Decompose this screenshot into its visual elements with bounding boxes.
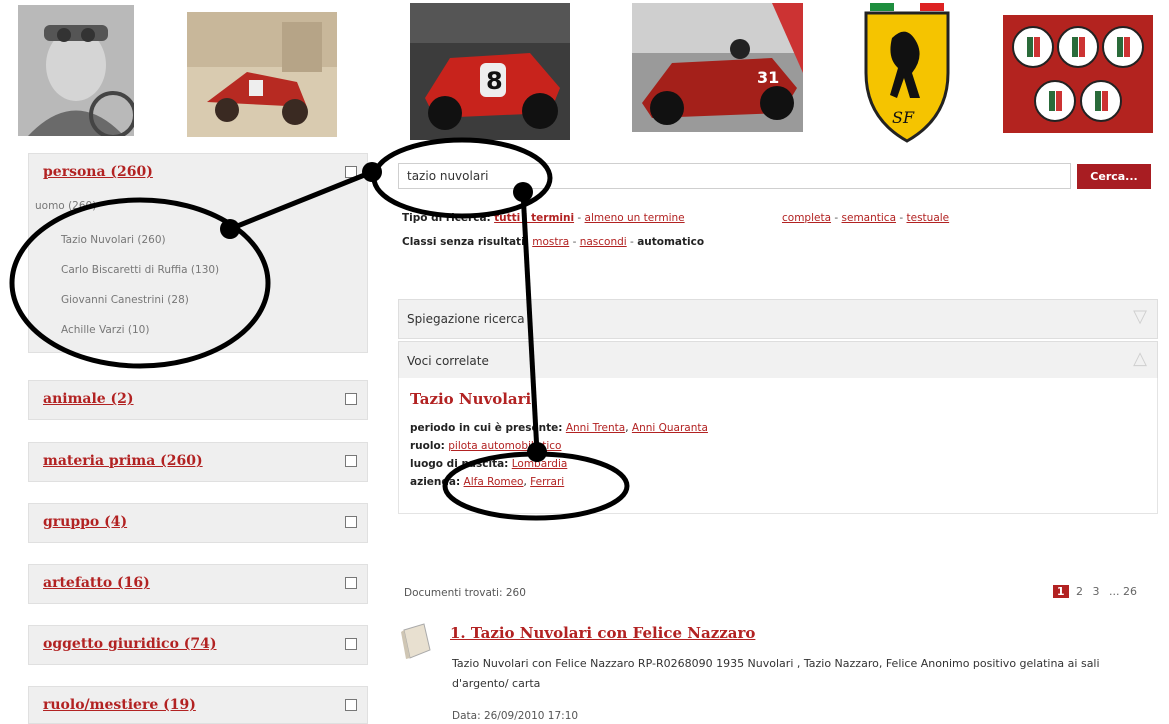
facet-title[interactable]: persona (260) [43,164,153,180]
page-link[interactable]: 2 [1076,585,1083,598]
facet-oggetto-giuridico: oggetto giuridico (74) [28,625,368,665]
search-button[interactable]: Cerca... [1077,164,1151,189]
option-all-terms[interactable]: tutti i termini [494,212,574,224]
related-link[interactable]: Lombardia [512,458,568,470]
facet-checkbox[interactable] [345,638,357,650]
result-title[interactable]: 1. Tazio Nuvolari con Felice Nazzaro [450,624,755,642]
empty-classes-row: Classi senza risultati: mostra - nascond… [402,236,705,248]
facet-title[interactable]: animale (2) [43,391,134,407]
facet-title[interactable]: gruppo (4) [43,514,127,530]
pagination: 1 2 3 ... 26 [1052,585,1143,598]
related-link[interactable]: Anni Trenta [566,422,625,434]
page-link[interactable]: 3 [1093,585,1100,598]
facet-materia-prima: materia prima (260) [28,442,368,482]
facet-item[interactable]: Tazio Nuvolari (260) [61,234,166,246]
svg-text:8: 8 [486,67,503,95]
panel-related-items[interactable]: Voci correlate △ [398,341,1158,379]
related-link[interactable]: Ferrari [530,476,564,488]
image-strip: 8 31 SF [0,0,1169,145]
facet-checkbox[interactable] [345,166,357,178]
facet-item[interactable]: Giovanni Canestrini (28) [61,294,189,306]
page-link[interactable]: ... 26 [1109,585,1137,598]
option-complete[interactable]: completa [782,212,831,224]
related-row-role: ruolo: pilota automobilistico [410,440,561,452]
option-automatic[interactable]: automatico [637,236,704,248]
option-any-term[interactable]: almeno un termine [585,212,685,224]
related-title[interactable]: Tazio Nuvolari [410,390,531,408]
related-label: periodo in cui è presente: [410,422,563,434]
facet-title[interactable]: materia prima (260) [43,453,203,469]
option-show[interactable]: mostra [532,236,569,248]
related-label: ruolo: [410,440,445,452]
facet-gruppo: gruppo (4) [28,503,368,543]
facet-item[interactable]: Carlo Biscaretti di Ruffia (130) [61,264,219,276]
facet-ruolo-mestiere: ruolo/mestiere (19) [28,686,368,724]
option-hide[interactable]: nascondi [580,236,627,248]
related-link[interactable]: Alfa Romeo [464,476,524,488]
related-label: azienda: [410,476,461,488]
facet-checkbox[interactable] [345,699,357,711]
facet-title[interactable]: ruolo/mestiere (19) [43,697,196,713]
option-semantic[interactable]: semantica [842,212,897,224]
page-current[interactable]: 1 [1052,585,1069,598]
facet-artefatto: artefatto (16) [28,564,368,604]
race-car-8[interactable]: 8 [410,3,570,140]
facet-persona: persona (260) uomo (260) Tazio Nuvolari … [28,153,368,353]
option-textual[interactable]: testuale [907,212,950,224]
result-description: Tazio Nuvolari con Felice Nazzaro RP-R02… [452,657,1100,690]
search-input[interactable] [398,163,1071,189]
facet-title[interactable]: artefatto (16) [43,575,150,591]
related-row-company: azienda: Alfa Romeo, Ferrari [410,476,565,488]
related-content: Tazio Nuvolari periodo in cui è presente… [398,378,1158,514]
related-label: luogo di nascita: [410,458,509,470]
chevron-down-icon[interactable]: ▽ [1133,306,1147,327]
panel-title: Voci correlate [407,354,489,368]
panel-search-explanation[interactable]: Spiegazione ricerca ▽ [398,299,1158,339]
facet-checkbox[interactable] [345,516,357,528]
facet-title[interactable]: oggetto giuridico (74) [43,636,217,652]
svg-text:31: 31 [757,68,779,87]
facet-animale: animale (2) [28,380,368,420]
alfa-romeo-badges[interactable] [1003,15,1153,133]
result-date: Data: 26/09/2010 17:10 [452,710,579,722]
facet-checkbox[interactable] [345,455,357,467]
search-type-row: Tipo di ricerca: tutti i termini - almen… [402,212,685,224]
related-link[interactable]: pilota automobilistico [448,440,561,452]
empty-classes-label: Classi senza risultati: [402,236,529,248]
chevron-up-icon[interactable]: △ [1133,348,1147,369]
facet-checkbox[interactable] [345,577,357,589]
facet-checkbox[interactable] [345,393,357,405]
race-car-31[interactable]: 31 [632,3,803,132]
search-mode-row: completa - semantica - testuale [782,212,950,224]
panel-title: Spiegazione ricerca [407,312,525,326]
facet-item[interactable]: Achille Varzi (10) [61,324,149,336]
results-count: Documenti trovati: 260 [404,587,526,599]
related-link[interactable]: Anni Quaranta [632,422,708,434]
svg-text:SF: SF [892,108,915,127]
ferrari-logo[interactable]: SF [862,3,952,143]
search-type-label: Tipo di ricerca: [402,212,491,224]
related-row-birthplace: luogo di nascita: Lombardia [410,458,567,470]
portrait-photo[interactable] [18,5,134,136]
document-icon [401,623,431,659]
painting-car[interactable] [187,12,337,137]
related-row-period: periodo in cui è presente: Anni Trenta, … [410,422,708,434]
facet-group-uomo[interactable]: uomo (260) [35,200,96,212]
